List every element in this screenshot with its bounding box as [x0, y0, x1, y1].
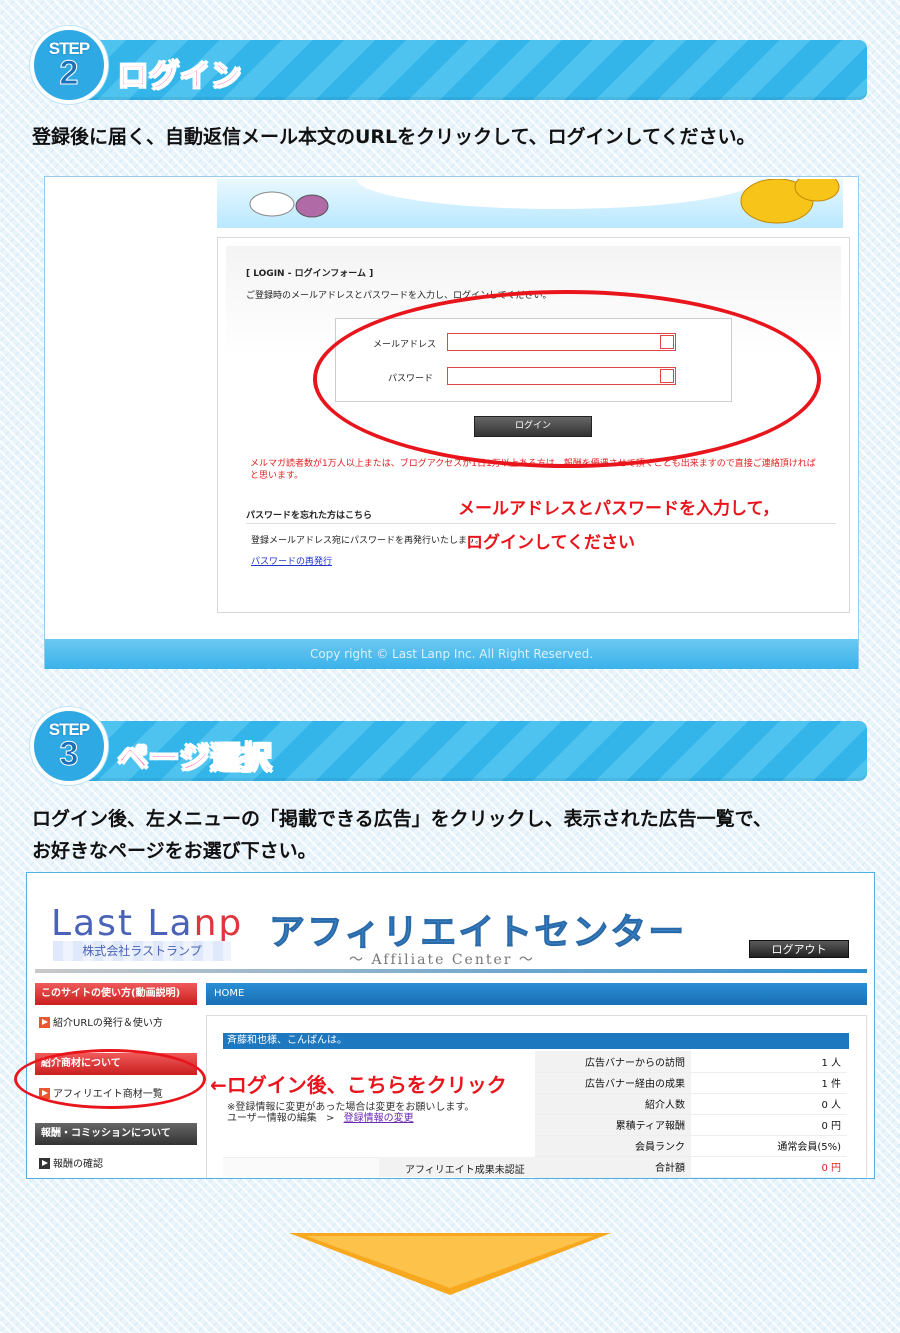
stats-key: 累積ティア報酬 [535, 1114, 691, 1136]
stats-value: 0 円 [691, 1114, 847, 1136]
step2-number: 2 [59, 54, 79, 92]
unapproved-label: アフィリエイト成果未認証 [405, 1165, 525, 1176]
stats-row: 累積ティア報酬 0 円 [535, 1114, 847, 1136]
step2-badge: STEP 2 [30, 26, 108, 104]
last-lanp-logo: Last Lanp [51, 903, 244, 944]
password-reissue-link[interactable]: パスワードの再発行 [251, 554, 332, 567]
play-icon [39, 1017, 50, 1028]
step3-title: ページ選択 [117, 740, 273, 776]
next-step-arrow-highlight [306, 1236, 594, 1288]
stats-row: 広告バナーからの訪問 1 人 [535, 1051, 847, 1073]
stats-value: 通常会員(5%) [691, 1135, 847, 1157]
header-divider [35, 969, 867, 973]
step2-title: ログイン [117, 58, 242, 94]
forgot-text: 登録メールアドレス宛にパスワードを再発行いたします。 [251, 536, 485, 546]
annotation-ellipse-menu [14, 1049, 206, 1109]
play-icon [39, 1158, 50, 1169]
stats-key: 会員ランク [535, 1135, 691, 1157]
annotation-ellipse-login [313, 290, 821, 468]
site-title: アフィリエイトセンター [268, 912, 687, 954]
stats-key: 広告バナー経由の成果 [535, 1072, 691, 1094]
menu-rewards-link[interactable]: 報酬の確認 [39, 1155, 103, 1170]
stats-key: 広告バナーからの訪問 [535, 1051, 691, 1073]
stats-value: 1 件 [691, 1072, 847, 1094]
stats-row: 紹介人数 0 人 [535, 1093, 847, 1115]
form-heading: [ LOGIN - ログインフォーム ] [246, 269, 374, 279]
stats-key: 紹介人数 [535, 1093, 691, 1115]
forgot-heading: パスワードを忘れた方はこちら [246, 511, 373, 521]
stats-row: 合計額 0 円 [535, 1156, 847, 1178]
stats-value: 0 人 [691, 1093, 847, 1115]
annotation-callout-login-line2: ログインしてください [466, 533, 635, 553]
menu-howto-link[interactable]: 紹介URLの発行＆使い方 [39, 1014, 163, 1029]
stats-key: 合計額 [535, 1156, 691, 1178]
user-change-link[interactable]: 登録情報の変更 [344, 1113, 414, 1124]
dashboard-screenshot: Last Lanp 株式会社ラストランプ アフィリエイトセンター ～ Affil… [26, 872, 875, 1179]
logout-button[interactable]: ログアウト [749, 940, 849, 958]
step3-description-line1: ログイン後、左メニューの「掲載できる広告」をクリックし、表示された広告一覧で、 [32, 808, 772, 830]
login-banner-image [217, 179, 843, 228]
stats-row: 会員ランク 通常会員(5%) [535, 1135, 847, 1157]
menu-howto-header[interactable]: このサイトの使い方(動画説明) [35, 983, 197, 1005]
user-edit-row: ユーザー情報の編集 > 登録情報の変更 [227, 1113, 414, 1124]
step3-badge: STEP 3 [30, 707, 108, 785]
annotation-callout-login-line1: メールアドレスとパスワードを入力して， [458, 499, 780, 519]
menu-rewards-header[interactable]: 報酬・コミッションについて [35, 1123, 197, 1145]
copyright-footer: Copy right © Last Lanp Inc. All Right Re… [45, 639, 858, 669]
stats-row: 広告バナー経由の成果 1 件 [535, 1072, 847, 1094]
step3-description-line2: お好きなページをお選び下さい。 [32, 840, 317, 862]
step2-description: 登録後に届く、自動返信メール本文のURLをクリックして、ログインしてください。 [32, 126, 756, 148]
stats-value: 1 人 [691, 1051, 847, 1073]
stats-value: 0 円 [691, 1156, 847, 1178]
step3-number: 3 [59, 735, 79, 773]
stats-table: 広告バナーからの訪問 1 人広告バナー経由の成果 1 件紹介人数 0 人累積ティア報酬… [535, 1051, 847, 1178]
breadcrumb[interactable]: HOME [206, 983, 867, 1005]
site-subtitle: ～ Affiliate Center ～ [349, 952, 535, 968]
greeting-bar: 斉藤和也様、こんばんは。 [223, 1033, 849, 1049]
annotation-callout-menu: ←ログイン後、こちらをクリック [210, 1073, 507, 1097]
company-name: 株式会社ラストランプ [53, 941, 231, 961]
